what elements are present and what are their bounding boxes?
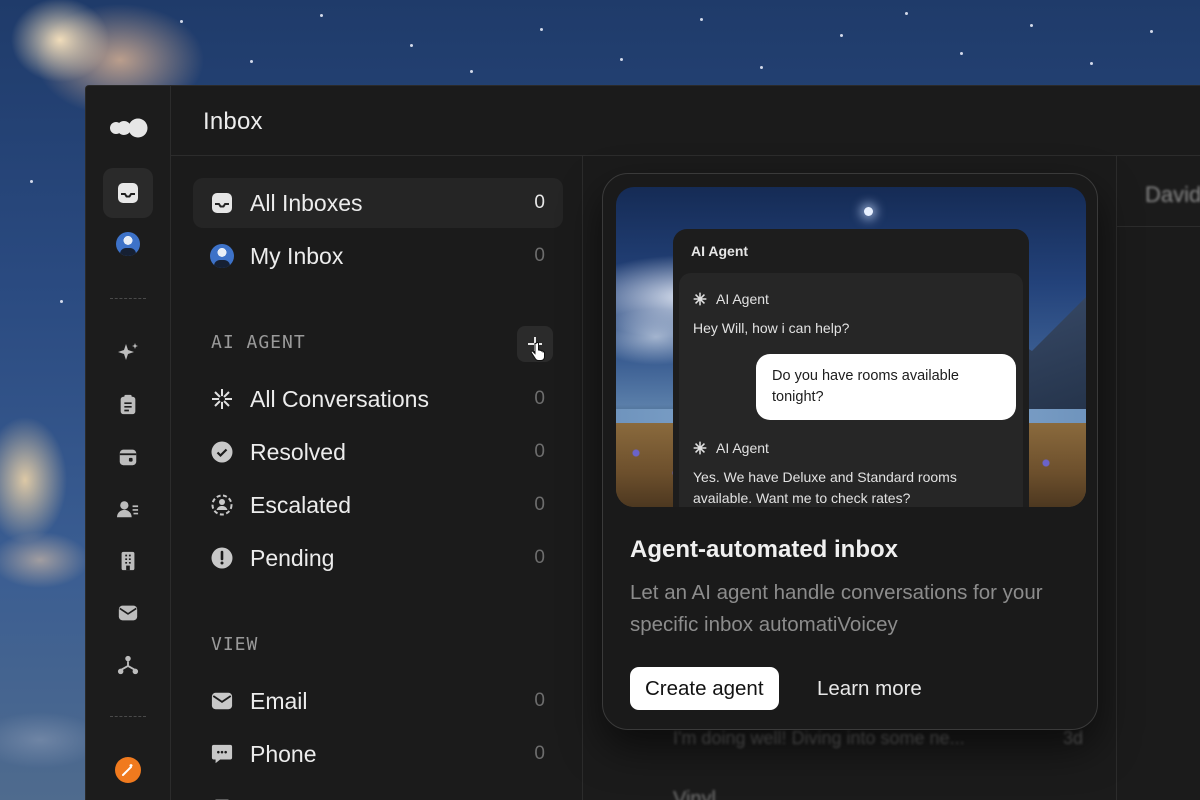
rail-divider [110,716,146,717]
chat-body: AI Agent Hey Will, how i can help? Do yo… [679,273,1023,507]
app-logo-icon [110,118,148,138]
rail-workflows-button[interactable] [103,640,153,690]
section-heading-view: VIEW [211,634,259,655]
clipboard-icon [120,394,136,415]
divider [1117,226,1200,227]
nav-item-next-partial[interactable] [193,782,563,800]
mail-icon [118,605,138,621]
section-heading-ai-agent: AI AGENT [211,332,306,353]
contact-name: David [1145,182,1200,207]
rail-mail-button[interactable] [103,588,153,638]
inbox-icon [118,183,138,203]
rail-calendar-button[interactable] [103,432,153,482]
nav-item-resolved[interactable]: Resolved 0 [193,427,563,477]
moon [864,207,873,216]
rail-inbox-button[interactable] [103,168,153,218]
exclamation-circle-icon [210,546,234,570]
card-description: Let an AI agent handle conversations for… [630,581,1043,636]
nav-item-email[interactable]: Email 0 [193,676,563,726]
contact-panel: David [1116,156,1200,800]
chat-bubble-icon [210,742,234,766]
learn-more-link[interactable]: Learn more [817,677,922,701]
chat-sender: AI Agent [693,440,769,456]
escalated-icon [210,493,234,517]
rail-profile-button[interactable] [103,219,153,269]
asterisk-icon [210,387,234,411]
chat-sender-name: AI Agent [716,291,769,307]
user-avatar [115,757,141,783]
inbox-panel: All Inboxes 0 My Inbox 0 AI AGENT All Co… [171,156,583,800]
building-icon [121,551,135,571]
nav-item-escalated[interactable]: Escalated 0 [193,480,563,530]
avatar [116,232,140,256]
rail-divider [110,298,146,299]
mail-icon [210,689,234,713]
nav-item-label: Escalated [250,491,352,518]
chat-message: Yes. We have Deluxe and Standard rooms a… [693,469,957,506]
rail-notes-button[interactable] [103,380,153,430]
pointer-cursor-icon [530,342,545,361]
nav-item-count: 0 [534,494,545,515]
nav-item-phone[interactable]: Phone 0 [193,729,563,779]
nav-item-count: 0 [534,245,545,266]
check-circle-icon [210,440,234,464]
conversation-name: Vinyl [673,788,716,800]
agent-promo-card: AI Agent AI Agent Hey Will, how i can he… [602,173,1098,730]
nav-item-label: Phone [250,740,317,767]
workflow-icon [117,655,139,675]
nav-item-pending[interactable]: Pending 0 [193,533,563,583]
rail-user-menu-button[interactable] [103,745,153,795]
conversation-preview: I'm doing well! Diving into some ne... [673,728,965,748]
nav-item-count: 0 [534,441,545,462]
contacts-icon [117,501,139,518]
chat-title: AI Agent [691,243,749,259]
calendar-icon [119,449,137,466]
nav-item-label: All Inboxes [250,189,363,216]
nav-item-label: Pending [250,544,335,571]
chat-message: Hey Will, how i can help? [693,320,850,336]
chat-preview: AI Agent AI Agent Hey Will, how i can he… [673,229,1029,507]
nav-item-count: 0 [534,192,545,213]
page-title: Inbox [203,108,263,135]
nav-item-count: 0 [534,388,545,409]
nav-item-count: 0 [534,547,545,568]
avatar [210,244,234,268]
rail-company-button[interactable] [103,536,153,586]
nav-item-label: All Conversations [250,385,429,412]
asterisk-icon [693,441,707,455]
nav-item-all-inboxes[interactable]: All Inboxes 0 [193,178,563,228]
create-agent-button[interactable]: Create agent [630,667,779,710]
conversation-time: 3d [1063,728,1084,748]
card-title: Agent-automated inbox [630,536,898,563]
nav-item-count: 0 [534,690,545,711]
icon-rail [86,86,171,800]
nav-item-label: Email [250,687,308,714]
asterisk-icon [693,292,707,306]
sparkles-icon [118,343,138,360]
nav-item-all-conversations[interactable]: All Conversations 0 [193,374,563,424]
nav-item-count: 0 [534,743,545,764]
nav-item-label: My Inbox [250,242,344,269]
inbox-icon [210,191,234,215]
nav-item-my-inbox[interactable]: My Inbox 0 [193,231,563,281]
rail-ai-button[interactable] [103,328,153,378]
nav-item-label: Resolved [250,438,346,465]
rail-contacts-button[interactable] [103,484,153,534]
user-message-bubble: Do you have rooms available tonight? [756,354,1016,420]
top-bar: Inbox [171,86,1200,156]
chat-sender: AI Agent [693,291,769,307]
chat-bubble-icon [210,795,234,800]
hero-illustration: AI Agent AI Agent Hey Will, how i can he… [616,187,1086,507]
wand-icon [122,764,133,776]
chat-sender-name: AI Agent [716,440,769,456]
